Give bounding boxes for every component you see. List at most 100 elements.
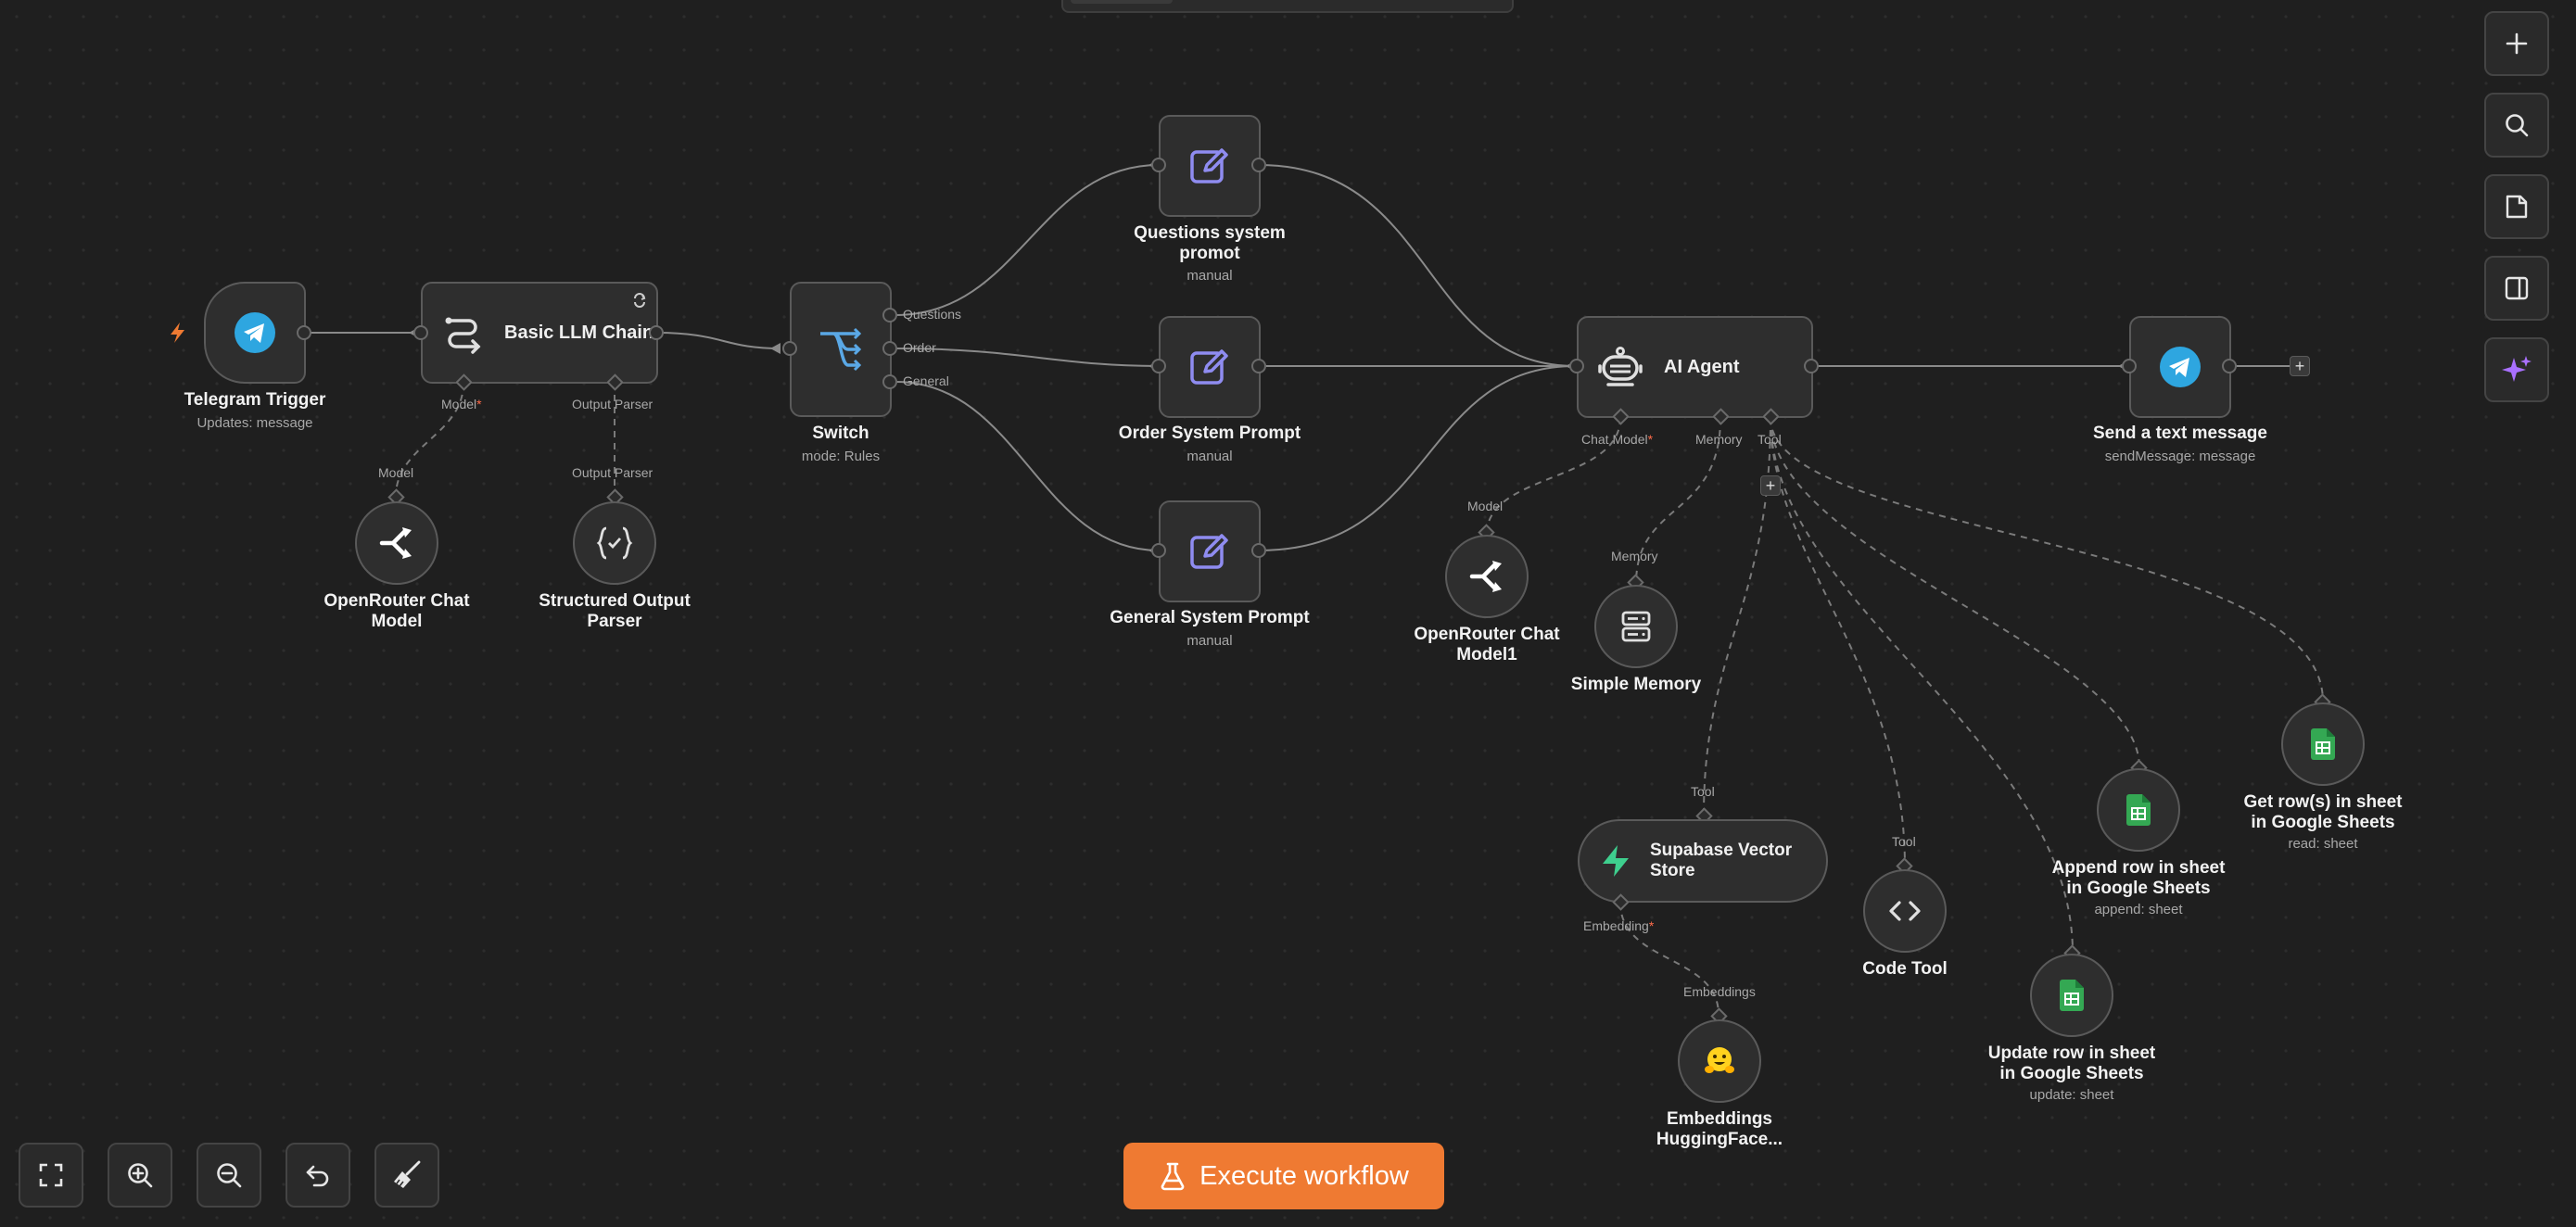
node-subtitle: append: sheet (2094, 902, 2183, 917)
telegram-trigger-node[interactable] (204, 282, 306, 384)
port-label: Model (378, 465, 414, 480)
output-port[interactable] (1251, 359, 1266, 373)
structured-output-parser-node[interactable] (573, 501, 656, 585)
node-label: Structured Output Parser (539, 591, 691, 631)
plus-icon (2506, 32, 2528, 55)
search-icon (2506, 114, 2529, 137)
openrouter-chat-model-node[interactable] (355, 501, 438, 585)
telegram-icon (235, 312, 275, 353)
general-system-prompt-node[interactable] (1159, 500, 1261, 602)
fit-view-button[interactable] (19, 1143, 83, 1208)
workflow-canvas[interactable]: Telegram Trigger Updates: message Basic … (0, 0, 2576, 1227)
node-title: AI Agent (1664, 356, 1740, 377)
node-label: Questions system promot (1134, 223, 1286, 263)
output-port[interactable] (297, 325, 311, 340)
node-label: Embeddings HuggingFace... (1656, 1109, 1783, 1149)
execute-workflow-label: Execute workflow (1199, 1160, 1409, 1191)
toggle-panel-button[interactable] (2484, 256, 2549, 321)
top-panel-handle[interactable] (1061, 0, 1514, 13)
node-label: Send a text message (2093, 424, 2267, 443)
zoom-out-icon (217, 1163, 242, 1188)
input-port[interactable] (1151, 543, 1166, 558)
sheets-icon (2126, 794, 2151, 826)
undo-button[interactable] (286, 1143, 350, 1208)
output-port[interactable] (1804, 359, 1819, 373)
add-next-node-button[interactable]: + (2290, 356, 2310, 376)
node-label: Update row in sheet in Google Sheets (1987, 1044, 2156, 1083)
openrouter-chat-model1-node[interactable] (1445, 535, 1529, 618)
output-port-general[interactable] (882, 374, 897, 389)
sparkle-icon (2502, 356, 2532, 382)
output-port[interactable] (1251, 158, 1266, 172)
huggingface-icon (1705, 1047, 1734, 1073)
output-port[interactable] (649, 325, 664, 340)
output-label: Questions (903, 307, 962, 322)
switch-icon (820, 327, 862, 372)
input-port[interactable] (413, 325, 428, 340)
input-port[interactable] (1569, 359, 1584, 373)
zoom-out-button[interactable] (197, 1143, 261, 1208)
input-port[interactable] (1151, 359, 1166, 373)
node-label: OpenRouter Chat Model1 (1414, 625, 1560, 664)
note-icon (2506, 195, 2528, 219)
zoom-in-icon (128, 1163, 153, 1188)
port-label: Output Parser (572, 397, 654, 411)
get-rows-sheets-node[interactable] (2281, 702, 2365, 786)
braces-icon (596, 526, 633, 560)
node-label: OpenRouter Chat Model (324, 591, 470, 631)
send-text-message-node[interactable] (2129, 316, 2231, 418)
code-tool-node[interactable] (1863, 869, 1947, 953)
node-subtitle: manual (1186, 633, 1233, 649)
node-subtitle: mode: Rules (801, 449, 881, 464)
sheets-icon (2060, 980, 2084, 1011)
edit-icon (1190, 349, 1228, 385)
node-label: Order System Prompt (1118, 424, 1301, 443)
top-panel-tab[interactable] (1071, 0, 1173, 4)
output-port[interactable] (2222, 359, 2237, 373)
output-port-order[interactable] (882, 341, 897, 356)
order-system-prompt-node[interactable] (1159, 316, 1261, 418)
input-port[interactable] (782, 341, 797, 356)
node-label: General System Prompt (1110, 608, 1310, 627)
switch-node[interactable] (790, 282, 892, 417)
node-subtitle: manual (1186, 449, 1233, 464)
update-row-sheets-node[interactable] (2030, 954, 2113, 1037)
output-port[interactable] (1251, 543, 1266, 558)
ai-agent-node[interactable]: AI Agent (1577, 316, 1813, 418)
robot-icon (1598, 347, 1643, 386)
simple-memory-node[interactable] (1594, 585, 1678, 668)
questions-system-prompt-node[interactable] (1159, 115, 1261, 217)
undo-icon (306, 1165, 329, 1187)
code-icon (1889, 901, 1921, 921)
openrouter-icon (379, 527, 412, 559)
broom-icon (394, 1160, 421, 1188)
ai-assistant-button[interactable] (2484, 337, 2549, 402)
zoom-in-button[interactable] (108, 1143, 172, 1208)
node-label: Get row(s) in sheet in Google Sheets (2243, 792, 2403, 832)
fullscreen-icon (39, 1163, 63, 1187)
port-label: Embeddings (1683, 984, 1756, 999)
node-title: Supabase Vector Store (1650, 841, 1793, 880)
input-port[interactable] (2122, 359, 2137, 373)
append-row-sheets-node[interactable] (2097, 768, 2180, 852)
output-label: General (903, 373, 949, 388)
execute-workflow-button[interactable]: Execute workflow (1123, 1143, 1444, 1209)
sheets-icon (2311, 728, 2335, 760)
node-label: Telegram Trigger (184, 390, 326, 410)
node-label: Simple Memory (1570, 675, 1702, 694)
flask-icon (1161, 1162, 1185, 1191)
sticky-note-button[interactable] (2484, 174, 2549, 239)
chain-icon (445, 317, 481, 354)
tidy-up-button[interactable] (374, 1143, 439, 1208)
output-port-questions[interactable] (882, 308, 897, 323)
search-button[interactable] (2484, 93, 2549, 158)
add-node-button[interactable] (2484, 11, 2549, 76)
basic-llm-chain-node[interactable]: Basic LLM Chain (421, 282, 658, 384)
add-tool-button[interactable]: + (1760, 475, 1781, 496)
port-label: Memory (1611, 549, 1658, 563)
port-label: Embedding* (1583, 918, 1655, 933)
input-port[interactable] (1151, 158, 1166, 172)
supabase-vector-store-node[interactable]: Supabase Vector Store (1578, 819, 1828, 903)
port-label: Memory (1695, 432, 1743, 447)
embeddings-huggingface-node[interactable] (1678, 1019, 1761, 1103)
